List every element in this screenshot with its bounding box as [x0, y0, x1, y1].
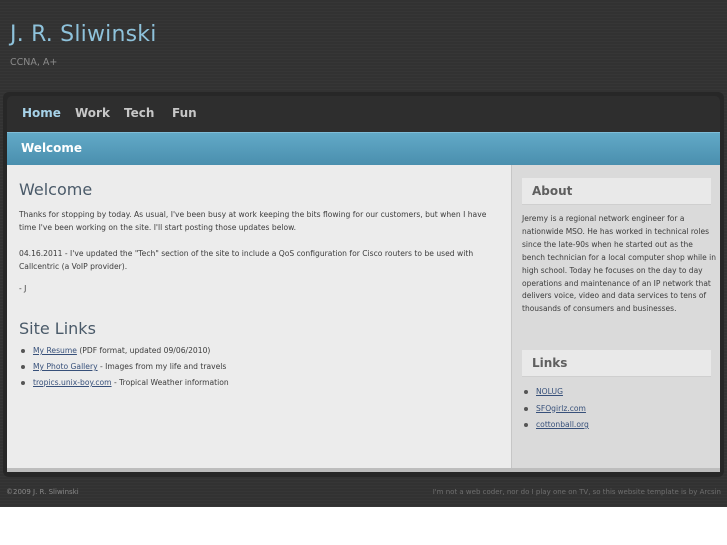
nav-item-work[interactable]: Work [75, 106, 110, 120]
site-subtitle: CCNA, A+ [10, 57, 58, 68]
footer-credit: I'm not a web coder, nor do I play one o… [432, 488, 721, 496]
photo-gallery-link[interactable]: My Photo Gallery [33, 362, 98, 371]
bullet-icon [524, 423, 528, 427]
nolug-link[interactable]: NOLUG [536, 387, 563, 396]
sidebar-links-list: NOLUG SFOgirlz.com cottonball.org [522, 384, 589, 434]
main-content: Welcome Thanks for stopping by today. As… [7, 165, 511, 468]
links-box: Links [522, 350, 711, 377]
nav-item-tech[interactable]: Tech [124, 106, 154, 120]
about-box: About [522, 178, 711, 205]
bullet-icon [524, 406, 528, 411]
resume-description: (PDF format, updated 09/06/2010) [76, 346, 211, 355]
site-links-heading: Site Links [19, 319, 96, 338]
main-nav: Home Work Tech Fun [7, 96, 720, 132]
welcome-paragraph: Thanks for stopping by today. As usual, … [19, 210, 487, 232]
bullet-icon [21, 349, 25, 353]
page-banner: Welcome [7, 132, 720, 165]
list-item: My Resume (PDF format, updated 09/06/201… [19, 343, 229, 359]
photo-gallery-description: - Images from my life and travels [97, 362, 227, 371]
about-title: About [532, 184, 573, 198]
site-title[interactable]: J. R. Sliwinski [10, 22, 157, 47]
welcome-heading: Welcome [19, 180, 93, 199]
bullet-icon [21, 381, 25, 385]
bullet-icon [21, 365, 25, 369]
list-item: My Photo Gallery - Images from my life a… [19, 359, 229, 375]
about-text: Jeremy is a regional network engineer fo… [522, 214, 716, 314]
bullet-icon [524, 390, 528, 394]
sfogirlz-link[interactable]: SFOgirlz.com [536, 404, 586, 413]
frame-bottom-edge [7, 468, 720, 472]
site-links-list: My Resume (PDF format, updated 09/06/201… [19, 343, 229, 391]
tropics-link[interactable]: tropics.unix-boy.com [33, 378, 112, 387]
resume-link[interactable]: My Resume [33, 346, 77, 355]
cottonball-link[interactable]: cottonball.org [536, 420, 589, 429]
update-paragraph: 04.16.2011 - I've updated the "Tech" sec… [19, 249, 474, 271]
links-title: Links [532, 356, 568, 370]
list-item: NOLUG [522, 384, 589, 401]
list-item: cottonball.org [522, 417, 589, 434]
nav-item-home[interactable]: Home [22, 106, 61, 120]
nav-item-fun[interactable]: Fun [172, 106, 197, 120]
signature-paragraph: - J [19, 284, 27, 293]
list-item: tropics.unix-boy.com - Tropical Weather … [19, 375, 229, 391]
list-item: SFOgirlz.com [522, 401, 589, 418]
tropics-description: - Tropical Weather information [111, 378, 229, 387]
footer-copyright: ©2009 J. R. Sliwinski [6, 488, 79, 496]
sidebar: About Jeremy is a regional network engin… [511, 165, 720, 468]
banner-title: Welcome [21, 141, 83, 155]
